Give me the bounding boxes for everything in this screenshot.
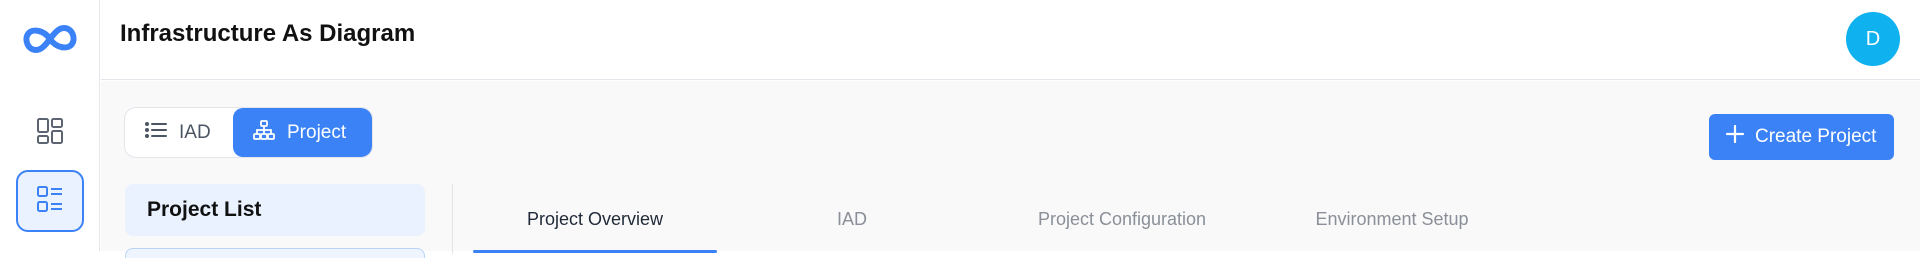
tab-project-configuration[interactable]: Project Configuration	[987, 187, 1257, 251]
project-list-item[interactable]	[125, 248, 425, 258]
dashboard-nav-button[interactable]	[16, 102, 84, 164]
hierarchy-icon	[253, 120, 275, 146]
tab-project-overview[interactable]: Project Overview	[473, 187, 717, 251]
tab-label: IAD	[837, 209, 867, 230]
create-project-button[interactable]: Create Project	[1709, 114, 1894, 160]
create-project-label: Create Project	[1755, 126, 1876, 148]
top-bar: Infrastructure As Diagram D	[101, 0, 1920, 80]
view-toggle-iad-label: IAD	[179, 122, 211, 144]
view-toggle: IAD Project	[124, 107, 373, 158]
main-content: IAD Project Create Project P	[101, 81, 1920, 251]
app-title: Infrastructure As Diagram	[120, 20, 415, 48]
project-list-header: Project List	[125, 184, 425, 236]
user-avatar[interactable]: D	[1846, 12, 1900, 66]
dashboard-icon	[36, 117, 64, 150]
tab-label: Environment Setup	[1315, 209, 1468, 230]
project-list-nav-button[interactable]	[16, 170, 84, 232]
view-toggle-iad[interactable]: IAD	[125, 108, 233, 157]
view-toggle-project-label: Project	[287, 122, 346, 144]
infinity-logo-icon[interactable]	[18, 20, 82, 58]
view-toggle-project[interactable]: Project	[233, 108, 372, 157]
list-icon	[145, 121, 167, 145]
sidebar	[0, 0, 100, 251]
panel-divider	[452, 184, 453, 254]
tab-environment-setup[interactable]: Environment Setup	[1257, 187, 1527, 251]
tab-label: Project Configuration	[1038, 209, 1206, 230]
project-list-title: Project List	[147, 198, 261, 222]
list-layout-icon	[36, 185, 64, 218]
tab-label: Project Overview	[527, 209, 663, 230]
tab-iad[interactable]: IAD	[717, 187, 987, 251]
plus-icon	[1725, 124, 1745, 150]
avatar-initial: D	[1866, 28, 1880, 51]
